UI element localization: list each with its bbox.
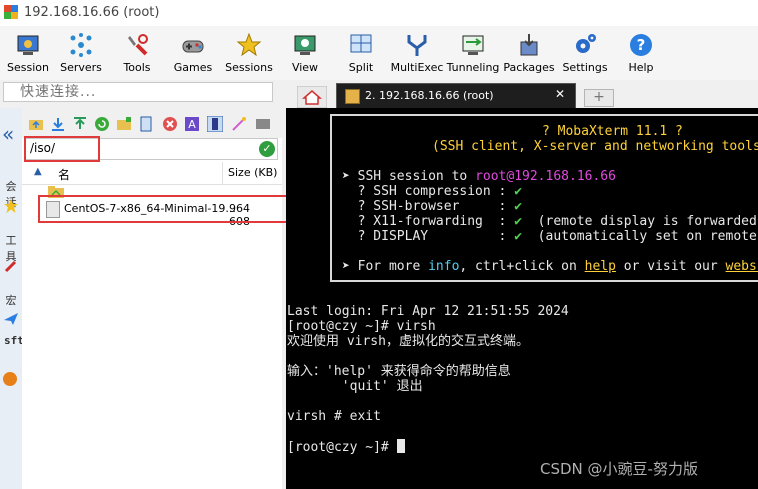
terminal-follow-icon[interactable] (207, 116, 223, 132)
home-tab-icon[interactable] (297, 86, 327, 108)
tunneling-button[interactable]: Tunneling (445, 26, 501, 80)
star-icon (4, 199, 18, 213)
multiexec-button[interactable]: MultiExec (389, 26, 445, 80)
tools-icon (128, 34, 148, 56)
collapse-chevron-icon[interactable]: « (2, 122, 14, 146)
quick-connect-bar (0, 80, 278, 108)
mobaxterm-logo-icon (4, 5, 18, 19)
packages-button[interactable]: Packages (501, 26, 557, 80)
multiexec-icon (407, 35, 427, 56)
title-bar: 192.168.16.66 (root) (0, 0, 758, 26)
new-tab-button[interactable]: + (584, 89, 614, 107)
help-icon: ? (630, 34, 652, 56)
servers-icon (70, 33, 92, 57)
upload-icon[interactable] (72, 116, 88, 132)
hide-panel-icon[interactable] (255, 116, 271, 132)
terminal-line: 'quit' 退出 (287, 379, 423, 394)
delete-icon[interactable] (162, 116, 178, 132)
sessions-button[interactable]: Sessions (221, 26, 277, 80)
send-icon (4, 313, 18, 325)
servers-button[interactable]: Servers (53, 26, 109, 80)
check-line: ? X11-forwarding : ✔ (remote display is … (342, 214, 757, 229)
sort-arrow-icon[interactable]: ▲ (34, 166, 42, 177)
banner-subtitle: (SSH client, X-server and networking too… (432, 139, 758, 154)
ssh-session-line: ➤ SSH session to root@192.168.16.66 (342, 169, 616, 184)
help-label: Help (628, 61, 654, 74)
column-name[interactable]: 名 (58, 166, 70, 183)
sidebar-item-macros[interactable]: 宏 (4, 292, 18, 308)
tools-icon (4, 260, 17, 273)
folder-up-icon[interactable] (28, 116, 44, 132)
session-icon (17, 35, 39, 55)
check-line: ? DISPLAY : ✔ (automatically set on remo… (342, 229, 757, 244)
sftp-status-icon (3, 372, 17, 386)
main-toolbar: Session Servers Tools Games Sessions Vie… (0, 26, 758, 80)
path-highlight-box (24, 136, 100, 162)
split-icon (350, 34, 372, 53)
quick-connect-input[interactable] (3, 82, 273, 102)
more-info-line: ➤ For more info, ctrl+click on help or v… (342, 259, 758, 274)
view-icon (294, 35, 316, 55)
terminal-line: Last login: Fri Apr 12 21:51:55 2024 (287, 304, 569, 319)
check-line: ? SSH compression : ✔ (342, 184, 523, 199)
terminal-line: 欢迎使用 virsh，虚拟化的交互式终端。 (287, 334, 529, 349)
view-button[interactable]: View (277, 26, 333, 80)
refresh-icon[interactable] (94, 116, 110, 132)
terminal-line: 输入：'help' 来获得命令的帮助信息 (287, 364, 511, 379)
new-folder-icon[interactable] (116, 116, 132, 132)
svg-text:A: A (188, 118, 196, 131)
terminal[interactable]: ? MobaXterm 11.1 ? (SSH client, X-server… (286, 108, 758, 489)
watermark: CSDN @小豌豆-努力版 (540, 460, 698, 478)
checkmark-icon[interactable]: ✓ (259, 141, 275, 157)
gear-icon (576, 34, 596, 53)
download-icon[interactable] (50, 116, 66, 132)
terminal-cursor (396, 439, 405, 453)
tunneling-icon (462, 35, 484, 55)
tools-button[interactable]: Tools (109, 26, 165, 80)
banner-title: ? MobaXterm 11.1 ? (542, 124, 683, 139)
file-toolbar: A (22, 108, 282, 138)
help-button[interactable]: ? Help (613, 26, 669, 80)
terminal-line: [root@czy ~]# virsh (287, 319, 436, 334)
session-tabs: 2. 192.168.16.66 (root) ✕ + (282, 80, 758, 108)
file-highlight-box (38, 195, 288, 223)
new-file-icon[interactable] (138, 116, 154, 132)
terminal-tab-icon (345, 89, 360, 104)
column-size[interactable]: Size (KB) (228, 166, 277, 179)
games-icon (182, 40, 204, 53)
star-icon (236, 32, 262, 57)
packages-icon (520, 34, 538, 56)
file-list-header: ▲ 名 Size (KB) (22, 162, 282, 185)
sftp-file-panel: A /iso/ ✓ ▲ 名 Size (KB) CentOS-7-x86_64-… (22, 108, 288, 489)
split-button[interactable]: Split (333, 26, 389, 80)
sidebar-item-sftp[interactable]: sftp (4, 334, 31, 347)
help-link[interactable]: help (585, 259, 616, 274)
settings-button[interactable]: Settings (557, 26, 613, 80)
games-button[interactable]: Games (165, 26, 221, 80)
tab-session-2[interactable]: 2. 192.168.16.66 (root) ✕ (336, 83, 576, 108)
website-link[interactable]: website (726, 259, 758, 274)
terminal-line: virsh # exit (287, 409, 381, 424)
magic-wand-icon[interactable] (231, 116, 247, 132)
svg-text:?: ? (637, 36, 646, 54)
close-tab-icon[interactable]: ✕ (555, 87, 565, 101)
prompt-line: [root@czy ~]# (287, 439, 405, 455)
window-title: 192.168.16.66 (root) (24, 5, 160, 20)
left-sidebar: « 会话 工具 宏 sftp (0, 108, 31, 489)
check-line: ? SSH-browser : ✔ (342, 199, 523, 214)
tab-session-label: 2. 192.168.16.66 (root) (365, 89, 494, 102)
rename-icon[interactable]: A (184, 116, 200, 132)
